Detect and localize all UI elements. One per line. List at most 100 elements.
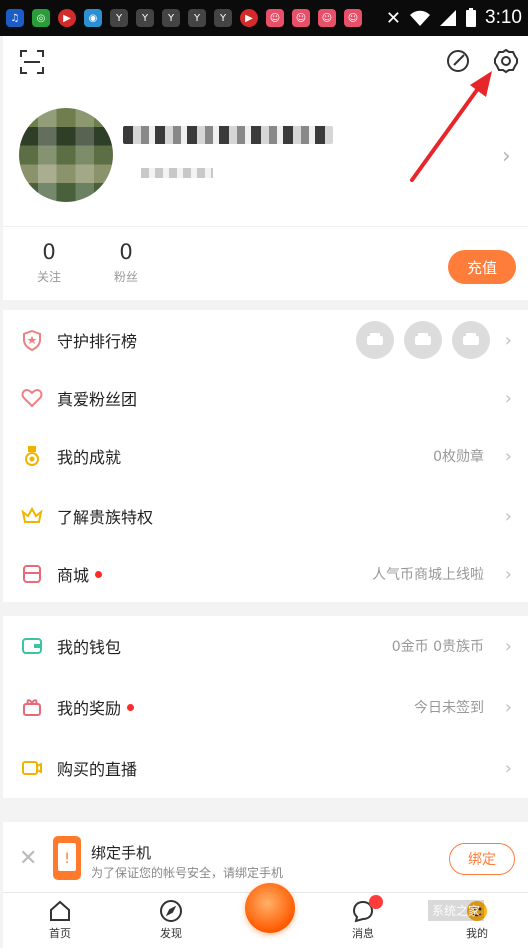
menu-label: 商城 [57,566,90,585]
app-green-icon: ◎ [32,9,50,27]
phone-icon: ! [53,836,81,880]
mute-icon: ✕ [385,7,402,29]
menu-row-wallet[interactable]: 我的钱包 0金币 0贵族币 › [3,616,528,676]
crown-icon [21,505,43,527]
yy-icon: Y [214,9,232,27]
video-icon [21,757,43,779]
emoji-app-icon: ☺ [344,9,362,27]
yy-icon: Y [136,9,154,27]
watermark: 系统之家 [428,900,485,921]
menu-label: 守护排行榜 [57,332,138,351]
menu-value: 0枚勋章 [433,449,484,465]
live-icon[interactable] [245,883,295,933]
signal-icon [440,10,457,26]
yy-icon: Y [188,9,206,27]
chevron-right-icon: › [504,696,512,718]
play-icon: ▶ [240,9,258,27]
recharge-button[interactable]: 充值 [448,250,516,284]
menu-label: 真爱粉丝团 [57,390,138,409]
medal-icon [21,445,43,467]
menu-value: 0金币 0贵族币 [391,639,484,655]
chevron-right-icon: › [504,329,512,351]
gear-icon[interactable] [493,48,519,74]
bind-title: 绑定手机 [91,844,152,862]
menu-value: 人气币商城上线啦 [372,567,484,583]
chevron-right-icon: › [504,445,512,467]
home-icon [50,900,70,921]
follow-label: 关注 [36,270,61,284]
menu-row-noble[interactable]: 了解贵族特权 › [3,486,528,546]
battery-icon [466,8,477,27]
yy-icon: Y [162,9,180,27]
status-bar: ♫ ◎ ▶ ◉ Y Y Y Y Y ▶ ☺ ☺ ☺ ☺ ✕ 3:10 [0,0,528,36]
menu-section-1: 守护排行榜 › 真爱粉丝团 › 我的成就 0枚勋章 › 了解贵族特权 › 商城 … [3,310,528,602]
fans-label: 粉丝 [113,270,138,284]
fans-stat[interactable]: 0 粉丝 [96,240,156,285]
menu-label: 购买的直播 [57,760,138,779]
fan-club-icon [21,387,43,409]
divider [3,226,528,227]
sofa-icon [452,321,490,359]
chevron-right-icon: › [504,757,512,779]
follow-stat[interactable]: 0 关注 [19,240,79,285]
menu-label: 我的钱包 [57,638,122,657]
play-icon: ▶ [58,9,76,27]
app-blue-icon: ◉ [84,9,102,27]
message-badge [369,895,383,909]
tab-discover[interactable]: 发现 [141,899,201,941]
menu-row-shop[interactable]: 商城 人气币商城上线啦 › [3,546,528,602]
edit-icon[interactable] [445,48,471,74]
chevron-right-icon: › [504,505,512,527]
menu-row-purchased-live[interactable]: 购买的直播 › [3,738,528,798]
wallet-icon [21,635,43,657]
chevron-right-icon: › [504,387,512,409]
profile-header: › 0 关注 0 粉丝 充值 [3,36,528,300]
menu-section-2: 我的钱包 0金币 0贵族币 › 我的奖励 今日未签到 › 购买的直播 › [3,616,528,798]
bind-button[interactable]: 绑定 [449,843,515,875]
tab-label: 发现 [160,927,182,940]
avatar[interactable] [19,108,113,202]
tab-messages[interactable]: 消息 [333,899,393,941]
menu-label: 我的成就 [57,448,122,467]
follow-count: 0 [42,240,56,264]
menu-label: 我的奖励 [57,699,122,718]
sofa-icon [404,321,442,359]
tab-label: 我的 [466,927,488,940]
bind-description: 为了保证您的帐号安全，请绑定手机 [91,866,284,880]
screen: ♫ ◎ ▶ ◉ Y Y Y Y Y ▶ ☺ ☺ ☺ ☺ ✕ 3:10 › 0 关… [0,0,528,948]
guard-slots [356,321,490,359]
user-id-blurred [141,168,213,178]
chevron-right-icon[interactable]: › [502,144,511,169]
menu-row-achievement[interactable]: 我的成就 0枚勋章 › [3,426,528,486]
yy-icon: Y [110,9,128,27]
red-dot [127,703,135,711]
chevron-right-icon: › [504,563,512,585]
menu-row-guard-rank[interactable]: 守护排行榜 › [3,310,528,370]
menu-row-fan-club[interactable]: 真爱粉丝团 › [3,370,528,426]
gift-icon [21,696,43,718]
guard-rank-icon [21,329,43,351]
wifi-icon [410,10,431,26]
username-blurred [123,126,333,144]
scan-icon[interactable] [19,49,45,75]
headset-icon: ♫ [6,9,24,27]
menu-label: 了解贵族特权 [57,508,154,527]
svg-text:!: ! [64,851,70,867]
red-dot [95,570,103,578]
menu-row-reward[interactable]: 我的奖励 今日未签到 › [3,676,528,738]
shop-icon [21,563,43,585]
close-icon[interactable]: ✕ [19,846,37,871]
emoji-app-icon: ☺ [318,9,336,27]
tab-label: 消息 [352,927,374,940]
compass-icon [160,900,182,922]
tab-home[interactable]: 首页 [30,899,90,941]
emoji-app-icon: ☺ [266,9,284,27]
tab-label: 首页 [49,927,71,940]
status-time: 3:10 [485,7,522,28]
bind-phone-banner: ✕ ! 绑定手机 为了保证您的帐号安全，请绑定手机 绑定 [3,822,528,892]
fans-count: 0 [119,240,133,264]
chevron-right-icon: › [504,635,512,657]
sofa-icon [356,321,394,359]
menu-value: 今日未签到 [414,700,484,716]
emoji-app-icon: ☺ [292,9,310,27]
